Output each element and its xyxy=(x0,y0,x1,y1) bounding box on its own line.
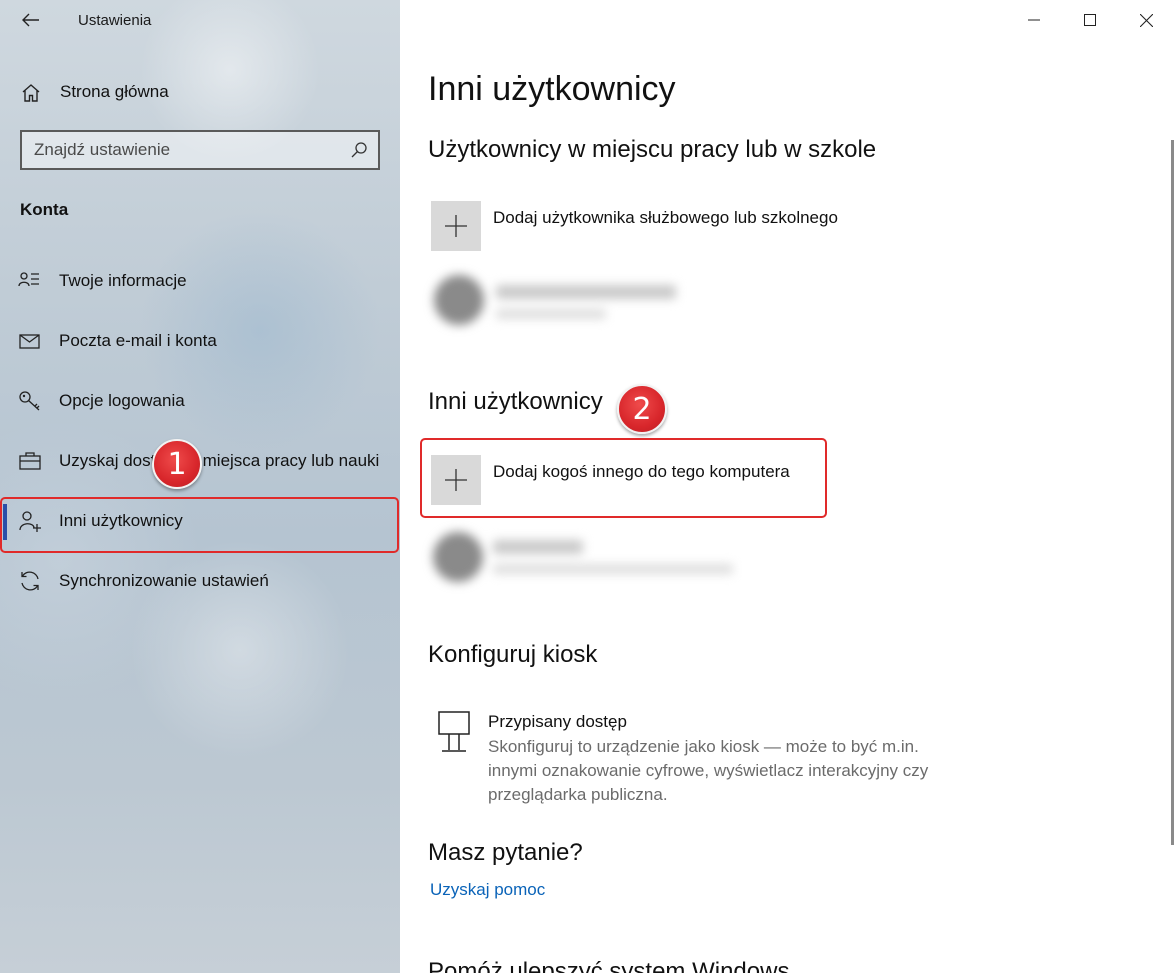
sidebar-item-label: Uzyskaj dostęp do miejsca pracy lub nauk… xyxy=(59,451,380,470)
sync-icon xyxy=(21,571,39,591)
annotation-highlight-1 xyxy=(0,497,399,553)
sidebar: Ustawienia Strona główna Konta Twoje inf… xyxy=(0,0,400,973)
sidebar-home-label: Strona główna xyxy=(60,82,169,101)
sidebar-item-label: Synchronizowanie ustawień xyxy=(59,571,269,590)
plus-tile xyxy=(431,201,481,251)
add-work-user-button[interactable]: Dodaj użytkownika służbowego lub szkolne… xyxy=(431,201,851,253)
kiosk-icon xyxy=(438,711,470,752)
work-users-heading: Użytkownicy w miejscu pracy lub w szkole xyxy=(428,136,877,163)
plus-icon xyxy=(445,215,467,237)
sidebar-item-your-info[interactable]: Twoje informacje xyxy=(0,254,400,310)
assigned-access-link[interactable]: Przypisany dostęp xyxy=(488,712,627,732)
key-icon xyxy=(19,391,40,411)
minimize-button[interactable] xyxy=(1006,0,1062,40)
maximize-icon xyxy=(1084,14,1096,26)
blurred-other-user[interactable] xyxy=(421,520,758,592)
back-arrow-icon xyxy=(22,13,39,27)
search-icon xyxy=(351,142,367,158)
close-button[interactable] xyxy=(1118,0,1174,40)
kiosk-heading: Konfiguruj kiosk xyxy=(428,641,598,668)
add-work-user-label: Dodaj użytkownika służbowego lub szkolne… xyxy=(493,208,838,227)
assigned-access-description: Skonfiguruj to urządzenie jako kiosk — m… xyxy=(488,737,929,804)
blurred-work-user[interactable] xyxy=(426,265,692,337)
search-input[interactable] xyxy=(34,139,334,161)
scrollbar[interactable] xyxy=(1171,140,1174,845)
help-heading: Masz pytanie? xyxy=(428,839,583,866)
briefcase-icon xyxy=(19,452,41,470)
avatar xyxy=(434,275,484,325)
sidebar-item-label: Poczta e-mail i konta xyxy=(59,331,217,350)
other-users-heading: Inni użytkownicy xyxy=(428,388,603,415)
annotation-highlight-2 xyxy=(420,438,827,518)
sidebar-item-sync[interactable]: Synchronizowanie ustawień xyxy=(0,554,400,610)
annotation-badge-1: 1 xyxy=(152,439,202,489)
feedback-heading: Pomóż ulepszyć system Windows xyxy=(428,958,790,973)
home-icon xyxy=(22,84,40,102)
app-title: Ustawienia xyxy=(78,12,152,29)
mail-icon xyxy=(19,334,40,349)
sidebar-item-label: Opcje logowania xyxy=(59,391,185,410)
minimize-icon xyxy=(1028,19,1040,21)
sidebar-item-email[interactable]: Poczta e-mail i konta xyxy=(0,314,400,370)
search-box[interactable] xyxy=(20,130,380,170)
page-title: Inni użytkownicy xyxy=(428,70,676,108)
section-label-accounts: Konta xyxy=(20,200,69,219)
get-help-link[interactable]: Uzyskaj pomoc xyxy=(430,880,545,900)
sidebar-item-sign-in-options[interactable]: Opcje logowania xyxy=(0,374,400,430)
person-info-icon xyxy=(18,272,39,287)
maximize-button[interactable] xyxy=(1062,0,1118,40)
sidebar-item-label: Twoje informacje xyxy=(59,271,187,290)
close-icon xyxy=(1139,13,1153,27)
back-button[interactable] xyxy=(14,6,48,34)
avatar xyxy=(433,532,483,582)
annotation-badge-2: 2 xyxy=(617,384,667,434)
sidebar-home[interactable]: Strona główna xyxy=(0,70,400,114)
